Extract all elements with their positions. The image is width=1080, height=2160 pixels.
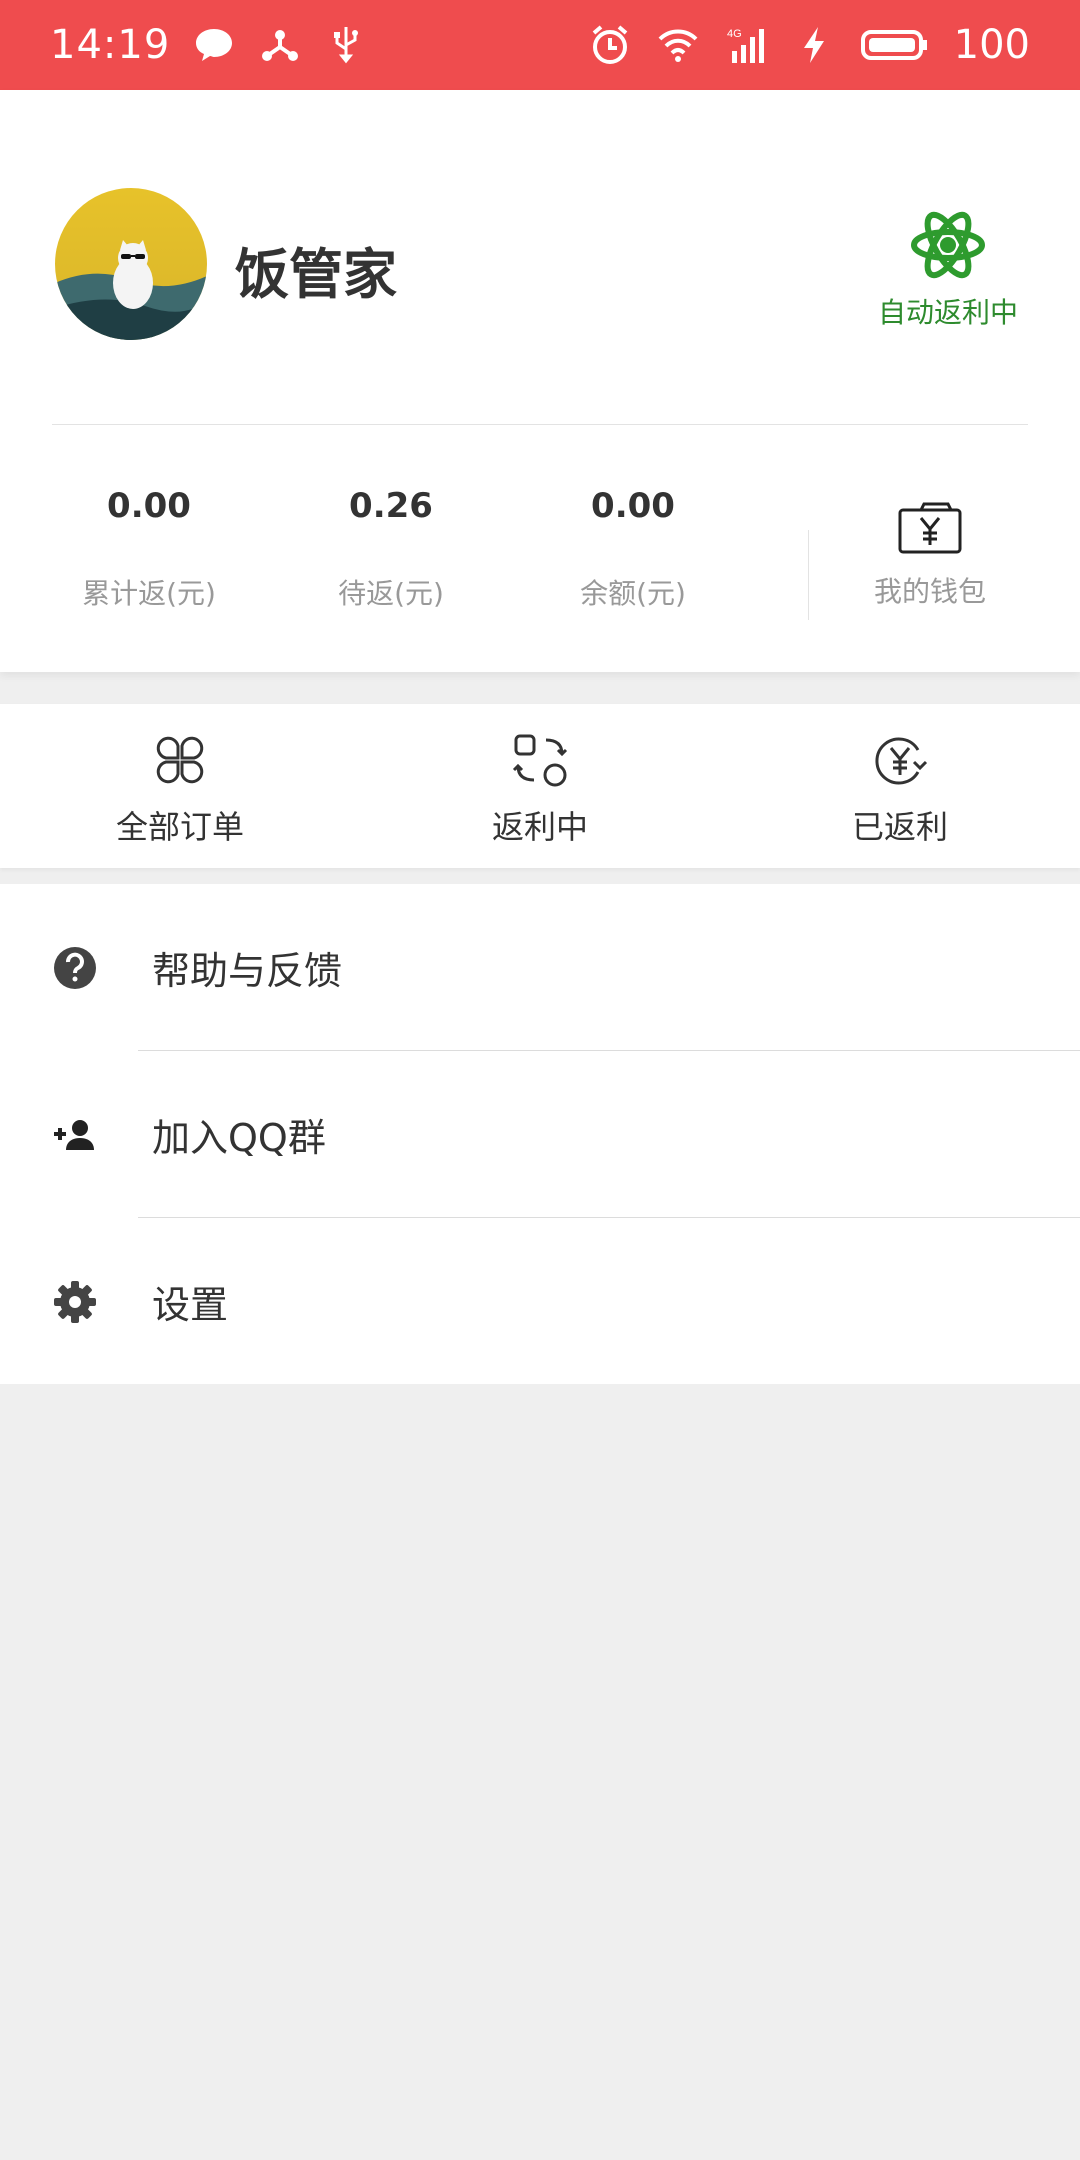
rebated-yen-cycle-icon: [875, 737, 928, 785]
svg-text:4G: 4G: [727, 28, 742, 40]
add-person-icon: [52, 1112, 98, 1158]
profile-card: 饭管家 自动返利中 0.00 累计返(元) 0.26 待返(元) 0.00 余额…: [0, 90, 1080, 672]
wallet-label: 我的钱包: [873, 575, 986, 608]
gear-icon: [52, 1279, 98, 1325]
atom-icon: [911, 211, 985, 279]
menu-label: 加入QQ群: [152, 1116, 326, 1160]
stat-value: 0.00: [591, 486, 675, 526]
stat-caption: 余额(元): [580, 577, 686, 610]
stat-pending-rebate[interactable]: 0.26 待返(元): [291, 486, 491, 612]
stat-caption: 累计返(元): [82, 577, 216, 610]
menu-label: 设置: [152, 1283, 229, 1327]
status-time: 14:19: [50, 22, 171, 68]
auto-rebate-status[interactable]: 自动返利中: [868, 205, 1028, 331]
rebated-button[interactable]: 已返利: [720, 704, 1080, 868]
all-orders-button[interactable]: 全部订单: [0, 704, 360, 868]
menu-item-help-feedback[interactable]: 帮助与反馈: [0, 884, 1080, 1051]
order-label: 已返利: [851, 808, 948, 846]
menu-item-join-qq-group[interactable]: 加入QQ群: [0, 1051, 1080, 1218]
rebating-button[interactable]: 返利中: [360, 704, 720, 868]
chat-bubble-icon: [192, 23, 236, 67]
usb-icon: [324, 23, 368, 67]
stat-balance[interactable]: 0.00 余额(元): [533, 486, 733, 612]
stat-value: 0.00: [107, 486, 191, 526]
wallet-yen-icon: [898, 502, 962, 554]
battery-percent: 100: [953, 22, 1030, 68]
status-bar: 14:19 4G 100: [0, 0, 1080, 90]
charging-icon: [792, 23, 836, 67]
help-circle-icon: [52, 945, 98, 991]
order-label: 返利中: [491, 808, 588, 846]
stat-caption: 待返(元): [338, 577, 444, 610]
menu-item-settings[interactable]: 设置: [0, 1218, 1080, 1385]
orders-bar: 全部订单 返利中 已返利: [0, 704, 1080, 868]
signal-4g-icon: 4G: [724, 23, 768, 67]
my-wallet-button[interactable]: 我的钱包: [830, 488, 1030, 610]
screen: 14:19 4G 100 饭管家 自动返利中 0.00 累计返(元) 0.26 …: [0, 0, 1080, 2160]
status-bar-right: 4G 100: [588, 22, 1030, 68]
order-label: 全部订单: [115, 808, 244, 846]
alarm-icon: [588, 23, 632, 67]
wifi-icon: [656, 23, 700, 67]
share-hub-icon: [258, 23, 302, 67]
divider: [808, 530, 809, 620]
auto-rebate-label: 自动返利中: [877, 296, 1018, 329]
stat-total-rebate[interactable]: 0.00 累计返(元): [49, 486, 249, 612]
divider: [52, 424, 1028, 425]
status-bar-left: 14:19: [50, 22, 368, 68]
avatar[interactable]: [55, 188, 207, 340]
menu-label: 帮助与反馈: [152, 949, 343, 993]
menu-list: 帮助与反馈 加入QQ群 设置: [0, 884, 1080, 1384]
stat-value: 0.26: [349, 486, 433, 526]
username: 饭管家: [235, 243, 397, 306]
rebating-exchange-icon: [512, 734, 568, 787]
battery-icon: [860, 23, 930, 67]
all-orders-clover-icon: [156, 736, 204, 784]
